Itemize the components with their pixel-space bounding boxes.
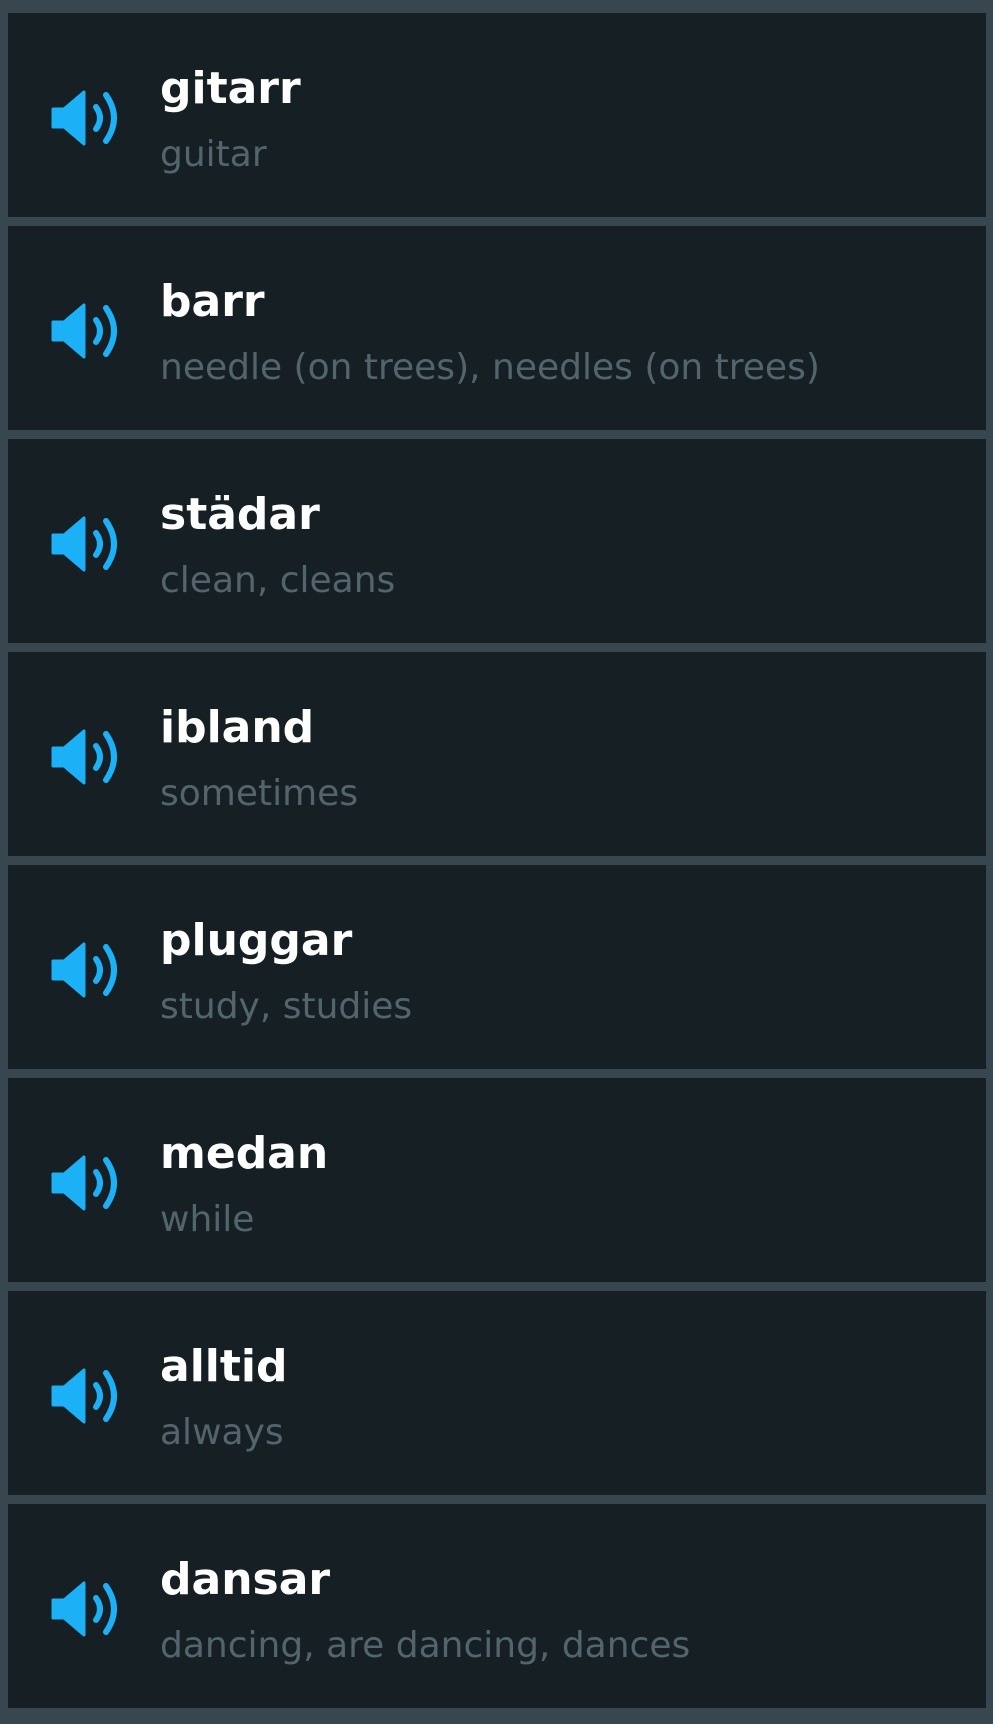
speaker-icon[interactable] bbox=[51, 1578, 125, 1640]
word-list-item: alltid always bbox=[8, 1291, 986, 1495]
word-list-item: gitarr guitar bbox=[8, 13, 986, 217]
speaker-icon[interactable] bbox=[51, 939, 125, 1001]
word-translation: sometimes bbox=[160, 773, 359, 814]
word-text: barr bbox=[160, 276, 265, 327]
word-translation: while bbox=[160, 1199, 255, 1240]
word-list: gitarr guitar barr needle (on trees), ne… bbox=[0, 0, 993, 1724]
word-list-item: ibland sometimes bbox=[8, 652, 986, 856]
word-list-item: städar clean, cleans bbox=[8, 439, 986, 643]
word-text: medan bbox=[160, 1128, 329, 1179]
word-list-item: barr needle (on trees), needles (on tree… bbox=[8, 226, 986, 430]
word-translation: dancing, are dancing, dances bbox=[160, 1625, 691, 1666]
word-text: pluggar bbox=[160, 915, 353, 966]
word-text: alltid bbox=[160, 1341, 288, 1392]
word-translation: clean, cleans bbox=[160, 560, 396, 601]
speaker-icon[interactable] bbox=[51, 513, 125, 575]
word-text: gitarr bbox=[160, 63, 301, 114]
word-list-item: medan while bbox=[8, 1078, 986, 1282]
speaker-icon[interactable] bbox=[51, 726, 125, 788]
word-translation: study, studies bbox=[160, 986, 413, 1027]
speaker-icon[interactable] bbox=[51, 1365, 125, 1427]
word-text: städar bbox=[160, 489, 320, 540]
speaker-icon[interactable] bbox=[51, 300, 125, 362]
word-list-item: pluggar study, studies bbox=[8, 865, 986, 1069]
speaker-icon[interactable] bbox=[51, 1152, 125, 1214]
word-translation: needle (on trees), needles (on trees) bbox=[160, 347, 820, 388]
word-list-item: dansar dancing, are dancing, dances bbox=[8, 1504, 986, 1708]
word-translation: always bbox=[160, 1412, 284, 1453]
word-text: ibland bbox=[160, 702, 315, 753]
speaker-icon[interactable] bbox=[51, 87, 125, 149]
word-translation: guitar bbox=[160, 134, 267, 175]
word-text: dansar bbox=[160, 1554, 331, 1605]
